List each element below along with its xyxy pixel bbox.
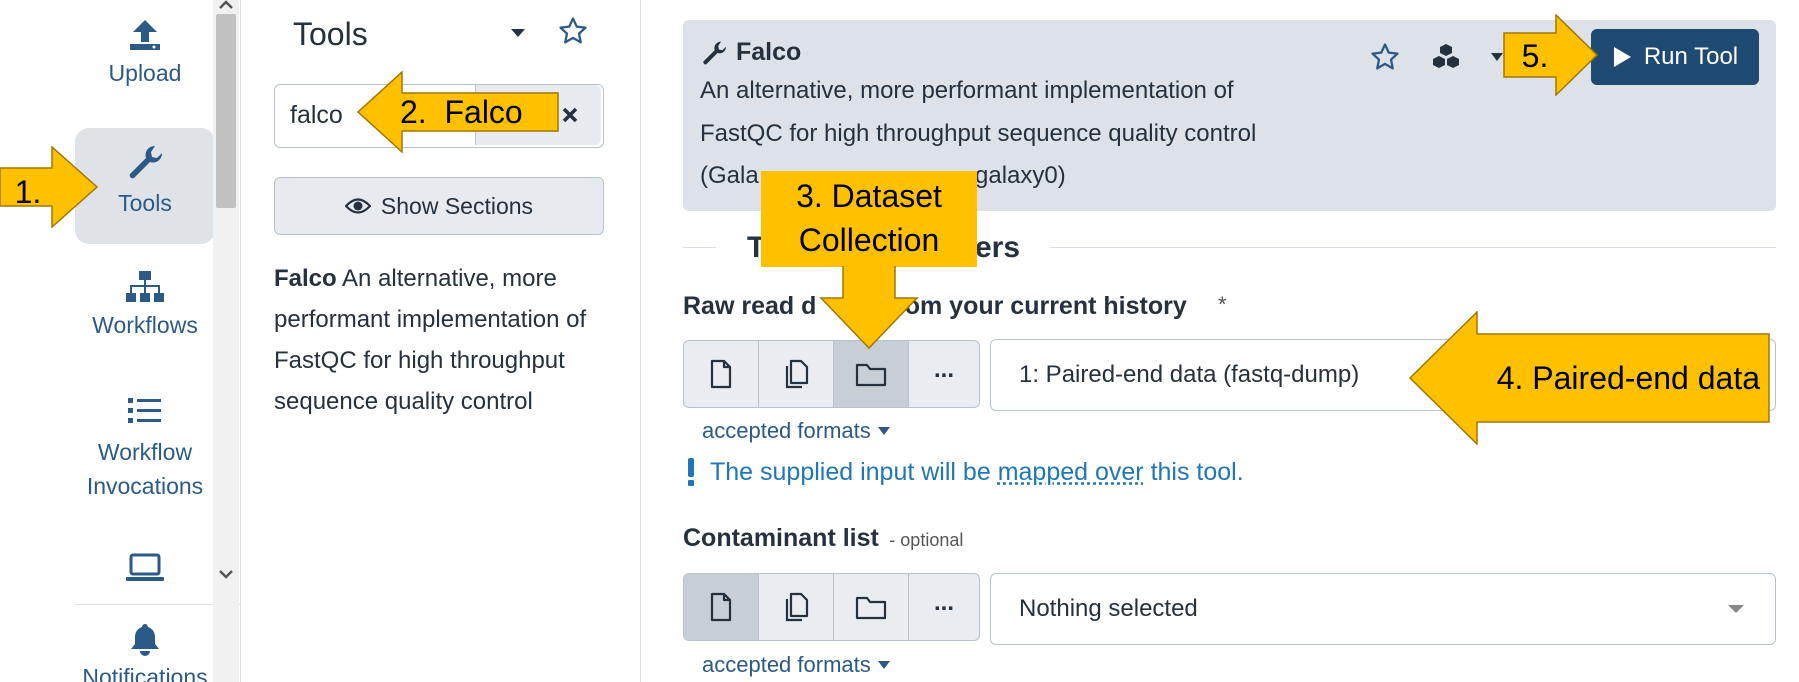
input1-select-value: 1: Paired-end data (fastq-dump) — [1019, 361, 1360, 388]
callout-3-line2: Collection — [798, 222, 940, 258]
tool-version-prefix: (Gala — [700, 162, 759, 189]
close-icon — [562, 107, 577, 123]
input2-collection-button[interactable] — [834, 574, 909, 640]
input2-more-button[interactable]: ... — [909, 574, 979, 640]
eye-icon — [344, 198, 371, 214]
folder-icon — [855, 363, 887, 387]
input1-accepted-formats[interactable]: accepted formats — [702, 418, 891, 444]
caret-down-icon — [877, 427, 890, 435]
files-icon — [785, 592, 809, 622]
run-tool-button[interactable]: Run Tool — [1591, 29, 1759, 85]
input1-single-dataset-button[interactable] — [684, 341, 759, 407]
activity-workflows[interactable]: Workflows — [75, 270, 215, 360]
input2-select-value: Nothing selected — [1019, 595, 1198, 622]
exclamation-icon — [686, 457, 696, 487]
input1-multiple-datasets-button[interactable] — [759, 341, 834, 407]
tool-description-line2: FastQC for high throughput sequence qual… — [700, 120, 1257, 147]
callout-3-line1: 3. Dataset — [796, 178, 942, 214]
input2-optional-tag: - optional — [889, 530, 964, 550]
scroll-up-icon[interactable] — [218, 0, 234, 10]
section-rule-left — [683, 247, 716, 248]
chevron-down-icon — [1728, 605, 1744, 613]
callout-5-label: 5. — [1521, 38, 1549, 74]
input1-more-button[interactable]: ... — [909, 341, 979, 407]
input2-single-dataset-button[interactable] — [684, 574, 759, 640]
callout-2-label: 2. Falco — [400, 94, 523, 130]
input2-select[interactable]: Nothing selected — [990, 573, 1776, 645]
tool-result-name: Falco — [274, 265, 337, 292]
files-icon — [785, 359, 809, 389]
input2-accepted-formats[interactable]: accepted formats — [702, 652, 891, 678]
tool-description-line1: An alternative, more performant implemen… — [700, 77, 1234, 104]
input1-required-mark: * — [1218, 292, 1227, 317]
tool-options-dropdown-icon[interactable] — [1490, 52, 1504, 62]
activity-workflow-invocations[interactable]: Workflow Invocations — [75, 395, 215, 515]
laptop-icon — [126, 553, 164, 581]
tool-wrench-icon — [703, 41, 726, 64]
input2-label: Contaminant list — [683, 524, 879, 552]
activity-notifications[interactable]: Notifications — [75, 622, 215, 682]
activity-upload[interactable]: Upload — [75, 18, 215, 108]
activity-notifications-label: Notifications — [82, 664, 208, 682]
input2-accepted-formats-label: accepted formats — [702, 652, 871, 677]
mapped-msg-post: this tool. — [1150, 458, 1244, 486]
mapped-msg-pre: The supplied input will be — [710, 458, 991, 486]
play-icon — [1613, 47, 1631, 67]
scroll-thumb[interactable] — [216, 14, 236, 208]
file-icon — [710, 359, 732, 389]
section-title-end: ers — [975, 231, 1021, 264]
tools-panel-title: Tools — [293, 16, 368, 52]
input1-accepted-formats-label: accepted formats — [702, 418, 871, 443]
list-icon — [128, 398, 161, 423]
file-icon — [710, 592, 732, 622]
mapped-over-message: The supplied input will be mapped over t… — [710, 458, 1244, 487]
scroll-down-icon[interactable] — [218, 568, 234, 580]
section-rule-right — [1050, 247, 1776, 248]
input1-collection-button[interactable] — [834, 341, 909, 407]
tool-name: Falco — [736, 38, 802, 66]
tool-title: Falco — [700, 38, 801, 67]
activity-invocations-label2: Invocations — [86, 473, 204, 499]
wrench-icon — [129, 145, 163, 179]
input2-multiple-datasets-button[interactable] — [759, 574, 834, 640]
tools-panel-dropdown-icon[interactable] — [510, 28, 526, 38]
input2-type-buttons: ... — [683, 573, 980, 641]
tool-favorite-star-icon[interactable] — [1370, 42, 1400, 72]
input1-type-buttons: ... — [683, 340, 980, 408]
activity-upload-label: Upload — [108, 60, 182, 86]
caret-down-icon — [877, 661, 890, 669]
bell-icon — [131, 624, 159, 656]
callout-1-label: 1. — [14, 174, 42, 210]
callout-4-label: 4. Paired-end data — [1496, 360, 1760, 396]
tool-version-suffix: galaxy0) — [975, 162, 1066, 189]
activity-workflows-label: Workflows — [92, 312, 198, 338]
show-sections-button[interactable]: Show Sections — [274, 177, 604, 235]
tool-options-cubes-icon[interactable] — [1430, 42, 1462, 72]
input2-label-row: Contaminant list - optional — [683, 524, 963, 553]
activity-laptop[interactable] — [75, 552, 215, 592]
favorites-star-icon[interactable] — [558, 16, 588, 46]
callout-3-label: 3. Dataset Collection — [760, 174, 978, 262]
run-tool-label: Run Tool — [1643, 43, 1739, 70]
sitemap-icon — [126, 271, 164, 302]
folder-icon — [855, 596, 887, 620]
activity-invocations-label1: Workflow — [97, 439, 193, 465]
show-sections-label: Show Sections — [380, 192, 534, 219]
upload-icon — [130, 20, 160, 50]
mapped-over-link[interactable]: mapped over — [998, 458, 1144, 486]
tool-search-result[interactable]: Falco An alternative, more performant im… — [274, 258, 614, 422]
